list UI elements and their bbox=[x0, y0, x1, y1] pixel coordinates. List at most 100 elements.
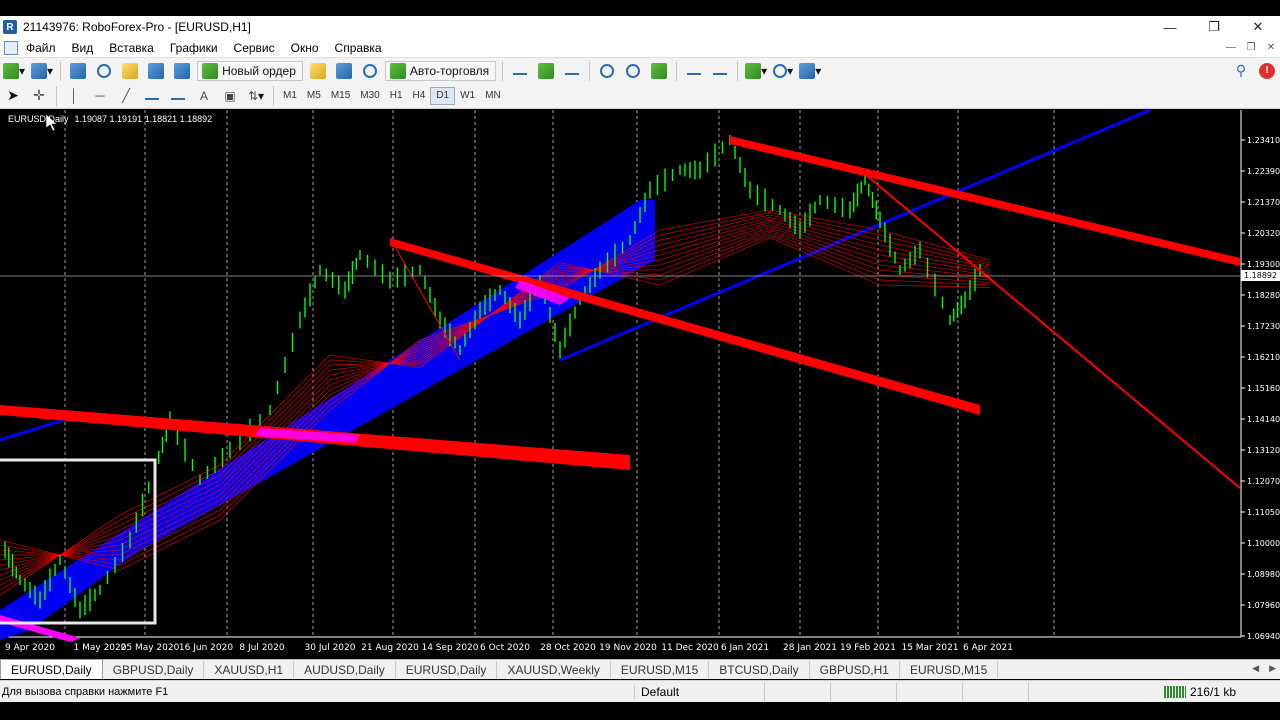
chart-window-icon[interactable] bbox=[4, 40, 18, 55]
current-price-label: 1.18892 bbox=[1244, 271, 1277, 280]
scroll-right-icon[interactable]: ▶ bbox=[1269, 663, 1276, 674]
price-label: 1.23410 bbox=[1247, 136, 1280, 145]
moving-average-line bbox=[0, 214, 991, 561]
app-logo-icon: R bbox=[3, 20, 17, 34]
timeframe-m1[interactable]: M1 bbox=[278, 87, 302, 105]
cursor-button[interactable]: ➤ bbox=[2, 86, 24, 106]
zoom-out-button[interactable] bbox=[622, 61, 644, 81]
crosshair-icon bbox=[97, 63, 112, 78]
chart-close-icon[interactable]: ✕ bbox=[1264, 40, 1278, 54]
chart-canvas[interactable]: 1.23410 1.22390 1.21370 1.20320 1.19300 1.182… bbox=[0, 110, 1280, 658]
menu-help[interactable]: Справка bbox=[327, 41, 390, 55]
chart-tab[interactable]: BTCUSD,Daily bbox=[709, 661, 810, 679]
data-window-button[interactable] bbox=[93, 61, 115, 81]
moving-average-line bbox=[0, 212, 991, 566]
chart-tab[interactable]: EURUSD,Daily bbox=[396, 661, 498, 679]
bar-chart-button[interactable] bbox=[509, 61, 531, 81]
market-watch-icon bbox=[70, 62, 87, 79]
menu-window[interactable]: Окно bbox=[283, 41, 327, 55]
chart-ohlc: 1.19087 1.19191 1.18821 1.18892 bbox=[74, 114, 213, 124]
timeframe-h1[interactable]: H1 bbox=[385, 87, 408, 105]
navigator-button[interactable] bbox=[119, 61, 141, 81]
timeframe-h4[interactable]: H4 bbox=[408, 87, 431, 105]
chart-shift-button[interactable] bbox=[709, 61, 731, 81]
price-label: 1.18280 bbox=[1247, 291, 1280, 300]
tile-windows-button[interactable] bbox=[648, 61, 670, 81]
close-icon[interactable]: ✕ bbox=[1236, 16, 1280, 38]
new-order-label: Новый ордер bbox=[222, 63, 296, 78]
text-button[interactable]: A bbox=[193, 86, 215, 106]
date-label: 14 Sep 2020 bbox=[421, 643, 478, 653]
timeframe-m15[interactable]: M15 bbox=[326, 87, 355, 105]
connection-bars-icon bbox=[1163, 685, 1186, 698]
chart-tab[interactable]: XAUUSD,H1 bbox=[204, 661, 295, 679]
timeframe-m30[interactable]: M30 bbox=[355, 87, 384, 105]
market-watch-button[interactable] bbox=[67, 61, 89, 81]
arrows-button[interactable]: ⇅ ▾ bbox=[245, 86, 267, 106]
chart-tab[interactable]: AUDUSD,Daily bbox=[294, 661, 396, 679]
menu-view[interactable]: Вид bbox=[64, 41, 102, 55]
toolbar-separator bbox=[676, 60, 678, 81]
chart-tab[interactable]: GBPUSD,Daily bbox=[103, 661, 205, 679]
profiles-button[interactable]: ▾ bbox=[30, 61, 54, 81]
chart-tab[interactable]: GBPUSD,H1 bbox=[810, 661, 900, 679]
auto-scroll-button[interactable] bbox=[683, 61, 705, 81]
search-button[interactable]: ⚲ bbox=[1230, 61, 1252, 81]
chart-tab[interactable]: EURUSD,Daily bbox=[0, 659, 103, 679]
signals-button[interactable] bbox=[333, 61, 355, 81]
status-help-text: Для вызова справки нажмите F1 bbox=[2, 685, 169, 698]
terminal-window: R 21143976: RoboForex-Pro - [EURUSD,H1] … bbox=[0, 0, 1280, 720]
date-label: 11 Dec 2020 bbox=[661, 643, 719, 653]
minimize-icon[interactable]: — bbox=[1148, 16, 1192, 38]
vertical-line-button[interactable]: │ bbox=[63, 86, 85, 106]
scroll-left-icon[interactable]: ◀ bbox=[1252, 663, 1259, 674]
channel-button[interactable] bbox=[141, 86, 163, 106]
price-label: 1.07960 bbox=[1247, 601, 1280, 610]
timeframe-w1[interactable]: W1 bbox=[455, 87, 480, 105]
timeframe-mn[interactable]: MN bbox=[480, 87, 506, 105]
vps-icon bbox=[362, 63, 377, 78]
auto-trading-icon bbox=[389, 62, 406, 79]
line-chart-button[interactable] bbox=[561, 61, 583, 81]
menu-charts[interactable]: Графики bbox=[162, 41, 226, 55]
chart-tab[interactable]: XAUUSD,Weekly bbox=[497, 661, 611, 679]
auto-trading-button[interactable]: Авто-торговля bbox=[384, 60, 497, 81]
new-chart-button[interactable]: ▾ bbox=[2, 61, 26, 81]
date-label: 15 Mar 2021 bbox=[901, 643, 958, 653]
crosshair-button[interactable]: ✛ bbox=[28, 86, 50, 106]
zoom-in-button[interactable] bbox=[596, 61, 618, 81]
connection-status[interactable]: 216/1 kb bbox=[1163, 685, 1236, 699]
status-profile[interactable]: Default bbox=[634, 684, 764, 699]
terminal-button[interactable] bbox=[145, 61, 167, 81]
price-chart[interactable]: 1.23410 1.22390 1.21370 1.20320 1.19300 1.182… bbox=[0, 110, 1280, 658]
notifications-button[interactable]: ! bbox=[1256, 61, 1278, 81]
vps-button[interactable] bbox=[359, 61, 381, 81]
fibonacci-icon bbox=[171, 92, 185, 100]
horizontal-line-button[interactable]: ─ bbox=[89, 86, 111, 106]
status-cell bbox=[830, 682, 896, 701]
timeframe-d1[interactable]: D1 bbox=[430, 86, 456, 105]
text-label-button[interactable]: ▣ bbox=[219, 86, 241, 106]
strategy-tester-button[interactable] bbox=[171, 61, 193, 81]
restore-icon[interactable]: ❐ bbox=[1192, 16, 1236, 38]
menu-insert[interactable]: Вставка bbox=[101, 41, 162, 55]
new-order-button[interactable]: Новый ордер bbox=[197, 60, 303, 81]
metaeditor-button[interactable] bbox=[307, 61, 329, 81]
timeframe-m5[interactable]: M5 bbox=[302, 87, 326, 105]
menu-file[interactable]: Файл bbox=[18, 41, 64, 55]
arrows-icon: ⇅ bbox=[247, 88, 259, 103]
fibonacci-button[interactable] bbox=[167, 86, 189, 106]
menu-tools[interactable]: Сервис bbox=[226, 41, 283, 55]
periods-button[interactable]: ▾ bbox=[772, 61, 794, 81]
chart-restore-icon[interactable]: ❐ bbox=[1244, 40, 1258, 54]
candlestick-button[interactable] bbox=[535, 61, 557, 81]
new-order-icon bbox=[202, 62, 219, 79]
templates-button[interactable]: ▾ bbox=[798, 61, 822, 81]
chart-tab[interactable]: EURUSD,M15 bbox=[611, 661, 710, 679]
chart-symbol-header: EURUSD,Daily 1.19087 1.19191 1.18821 1.1… bbox=[8, 114, 212, 124]
cursor-arrow-icon: ➤ bbox=[7, 87, 19, 103]
chart-tab[interactable]: EURUSD,M15 bbox=[900, 661, 999, 679]
chart-minimize-icon[interactable]: — bbox=[1224, 40, 1238, 54]
indicators-button[interactable]: ▾ bbox=[744, 61, 768, 81]
trendline-button[interactable]: ╱ bbox=[115, 86, 137, 106]
